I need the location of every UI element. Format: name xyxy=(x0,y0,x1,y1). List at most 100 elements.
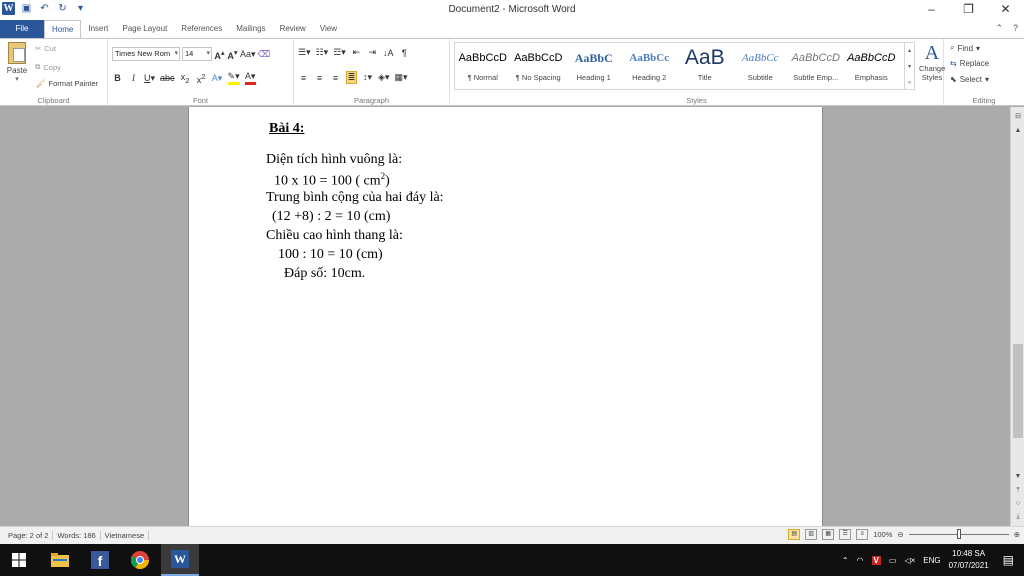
copy-button[interactable]: ⧉ Copy xyxy=(35,62,61,72)
italic-icon[interactable]: I xyxy=(128,73,139,83)
tab-file[interactable]: File xyxy=(0,20,44,39)
paste-button[interactable]: Paste ▾ xyxy=(4,42,30,90)
underline-icon[interactable]: U▾ xyxy=(144,73,155,84)
text-effects-icon[interactable]: A▾ xyxy=(212,73,223,84)
print-layout-icon[interactable]: ▤ xyxy=(788,529,801,540)
multilevel-list-icon[interactable]: ☲▾ xyxy=(333,47,346,58)
scroll-down-icon[interactable]: ▼ xyxy=(1012,471,1024,483)
full-screen-reading-icon[interactable]: ▥ xyxy=(805,529,818,540)
font-size-combo[interactable]: 14 xyxy=(182,47,212,61)
volume-muted-icon[interactable]: ◁× xyxy=(904,556,915,565)
clock[interactable]: 10:48 SA 07/07/2021 xyxy=(949,548,989,572)
strikethrough-icon[interactable]: abc xyxy=(160,73,175,83)
outline-icon[interactable]: ☰ xyxy=(839,529,852,540)
replace-button[interactable]: ⇆ Replace xyxy=(950,59,989,68)
restore-button[interactable]: ❐ xyxy=(950,0,987,19)
show-formatting-icon[interactable]: ¶ xyxy=(399,48,410,58)
subscript-icon[interactable]: x2 xyxy=(180,72,191,85)
decrease-indent-icon[interactable]: ⇤ xyxy=(351,47,362,58)
vertical-scrollbar[interactable]: ⊟ ▲ ▼ ⤒ ○ ⤓ xyxy=(1010,107,1024,526)
undo-icon[interactable]: ↶ xyxy=(38,2,51,15)
style-title[interactable]: AaB Title xyxy=(677,43,733,89)
draft-icon[interactable]: ≡ xyxy=(856,529,869,540)
font-name-combo[interactable]: Times New Rom xyxy=(112,47,180,61)
word-app-icon[interactable]: W xyxy=(2,2,15,15)
highlight-icon[interactable]: ✎▾ xyxy=(227,71,240,85)
tab-references[interactable]: References xyxy=(174,20,229,39)
change-case-icon[interactable]: Aa▾ xyxy=(240,49,256,60)
minimize-button[interactable]: – xyxy=(913,0,950,19)
bullets-icon[interactable]: ☰▾ xyxy=(298,47,311,58)
scroll-up-icon[interactable]: ▴ xyxy=(905,43,914,59)
select-button[interactable]: ⬉ Select ▾ xyxy=(950,75,989,84)
style-normal[interactable]: AaBbCcD ¶ Normal xyxy=(455,43,511,89)
font-color-icon[interactable]: A▾ xyxy=(244,71,256,85)
zoom-slider-thumb[interactable] xyxy=(956,529,961,539)
style-heading-2[interactable]: AaBbCc Heading 2 xyxy=(622,43,678,89)
input-language[interactable]: ENG xyxy=(923,556,940,565)
clear-formatting-icon[interactable]: ⌫ xyxy=(258,49,271,60)
styles-scroll[interactable]: ▴ ▾ ▿ xyxy=(905,42,915,90)
minimize-ribbon-icon[interactable]: ⌃ xyxy=(995,23,1003,34)
start-button[interactable] xyxy=(0,544,38,576)
browse-object-icon[interactable]: ○ xyxy=(1012,498,1024,510)
bold-icon[interactable]: B xyxy=(112,73,123,83)
grow-font-icon[interactable]: A▴ xyxy=(214,48,225,61)
tab-mailings[interactable]: Mailings xyxy=(229,20,272,39)
style-emphasis[interactable]: AaBbCcD Emphasis xyxy=(844,43,900,89)
sort-icon[interactable]: ↓A xyxy=(383,48,394,58)
save-icon[interactable]: ▣ xyxy=(20,2,33,15)
justify-icon[interactable]: ≣ xyxy=(346,71,357,84)
tab-home[interactable]: Home xyxy=(44,20,82,39)
zoom-in-icon[interactable]: ⊕ xyxy=(1014,530,1020,539)
tab-insert[interactable]: Insert xyxy=(81,20,115,39)
language-indicator[interactable]: Vietnamese xyxy=(101,531,150,540)
change-styles-button[interactable]: A Change Styles xyxy=(919,42,945,82)
file-explorer-button[interactable] xyxy=(41,544,79,576)
superscript-icon[interactable]: x2 xyxy=(196,72,207,85)
notifications-icon[interactable]: ▤ xyxy=(1003,553,1014,567)
battery-icon[interactable]: ▭ xyxy=(889,556,897,565)
line-spacing-icon[interactable]: ↕▾ xyxy=(362,72,373,83)
ruler-toggle-icon[interactable]: ⊟ xyxy=(1012,111,1024,123)
redo-icon[interactable]: ↻ xyxy=(56,2,69,15)
close-button[interactable]: ✕ xyxy=(987,0,1024,19)
style-subtle-emphasis[interactable]: AaBbCcD Subtle Emp... xyxy=(788,43,844,89)
shrink-font-icon[interactable]: A▾ xyxy=(227,48,238,61)
word-count[interactable]: Words: 186 xyxy=(53,531,101,540)
more-styles-icon[interactable]: ▿ xyxy=(905,75,914,91)
align-right-icon[interactable]: ≡ xyxy=(330,73,341,83)
align-center-icon[interactable]: ≡ xyxy=(314,73,325,83)
borders-icon[interactable]: ▦▾ xyxy=(394,72,407,83)
facebook-button[interactable]: f xyxy=(81,544,119,576)
zoom-out-icon[interactable]: ⊖ xyxy=(897,530,903,539)
chrome-button[interactable] xyxy=(121,544,159,576)
style-heading-1[interactable]: AaBbC Heading 1 xyxy=(566,43,622,89)
next-page-icon[interactable]: ⤓ xyxy=(1012,511,1024,523)
help-icon[interactable]: ? xyxy=(1013,23,1018,34)
increase-indent-icon[interactable]: ⇥ xyxy=(367,47,378,58)
page-count[interactable]: Page: 2 of 2 xyxy=(4,531,54,540)
zoom-level[interactable]: 100% xyxy=(873,530,892,539)
tab-view[interactable]: View xyxy=(313,20,344,39)
tab-review[interactable]: Review xyxy=(273,20,313,39)
find-button[interactable]: ⌕ Find ▾ xyxy=(950,43,980,53)
style-subtitle[interactable]: AaBbCc Subtitle xyxy=(733,43,789,89)
scroll-thumb[interactable] xyxy=(1013,344,1023,438)
scroll-down-icon[interactable]: ▾ xyxy=(905,59,914,75)
show-hidden-icons-icon[interactable]: ⌃ xyxy=(842,556,849,565)
document-page[interactable]: Bài 4: Diện tích hình vuông là: 10 x 10 … xyxy=(188,107,823,526)
word-taskbar-button[interactable]: W xyxy=(161,544,199,576)
unikey-icon[interactable]: V xyxy=(871,555,881,565)
shading-icon[interactable]: ◈▾ xyxy=(378,72,389,83)
network-icon[interactable]: ◠ xyxy=(857,556,864,565)
format-painter-button[interactable]: 🖌 Format Painter xyxy=(36,79,98,88)
previous-page-icon[interactable]: ⤒ xyxy=(1012,485,1024,497)
align-left-icon[interactable]: ≡ xyxy=(298,73,309,83)
zoom-slider[interactable] xyxy=(908,529,1009,539)
style-no-spacing[interactable]: AaBbCcD ¶ No Spacing xyxy=(511,43,567,89)
tab-page-layout[interactable]: Page Layout xyxy=(115,20,174,39)
numbering-icon[interactable]: ☷▾ xyxy=(316,47,329,58)
scroll-up-icon[interactable]: ▲ xyxy=(1012,125,1024,137)
customize-toolbar-icon[interactable]: ▾ xyxy=(74,2,87,15)
